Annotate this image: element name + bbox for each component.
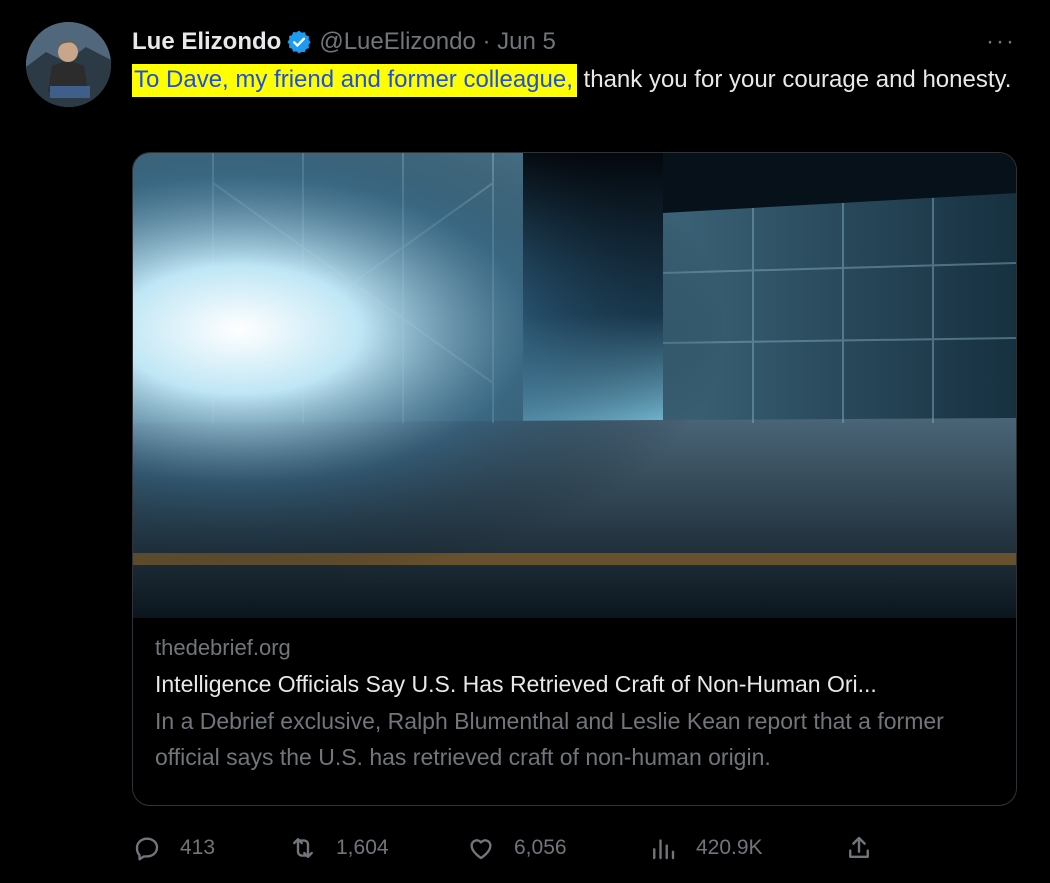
more-options-icon[interactable]: ··· <box>986 28 1016 56</box>
card-domain: thedebrief.org <box>155 635 291 660</box>
repost-count: 1,604 <box>336 836 389 859</box>
heart-icon <box>470 839 492 860</box>
tweet-text: To Dave, my friend and former colleague,… <box>132 62 1012 97</box>
share-icon <box>849 836 869 858</box>
reply-count: 413 <box>180 836 216 859</box>
views-chart-icon <box>653 839 675 860</box>
views-count: 420.9K <box>696 836 763 859</box>
repost-icon <box>293 838 313 858</box>
author-name[interactable]: Lue Elizondo <box>132 28 281 56</box>
link-preview-card[interactable]: thedebrief.org Intelligence Officials Sa… <box>132 152 1017 806</box>
tweet-text-rest: thank you for your courage and honesty. <box>576 66 1012 93</box>
tweet-header: Lue Elizondo @LueElizondo · Jun 5 <box>132 26 556 58</box>
card-meta: thedebrief.org Intelligence Officials Sa… <box>155 631 1005 775</box>
card-title: Intelligence Officials Say U.S. Has Retr… <box>155 671 877 697</box>
views-button[interactable]: 420.9K <box>648 826 763 870</box>
card-description: In a Debrief exclusive, Ralph Blumenthal… <box>155 708 944 770</box>
reply-button[interactable]: 413 <box>132 826 215 870</box>
avatar-photo <box>26 22 111 107</box>
share-button[interactable] <box>844 826 874 870</box>
verified-badge-icon <box>287 30 311 54</box>
highlighted-text: To Dave, my friend and former colleague, <box>132 64 577 97</box>
reply-icon <box>135 837 159 861</box>
hangar-image <box>133 153 1016 618</box>
repost-button[interactable]: 1,604 <box>288 826 389 870</box>
like-button[interactable]: 6,056 <box>466 826 567 870</box>
like-count: 6,056 <box>514 836 567 859</box>
author-avatar[interactable] <box>26 22 111 107</box>
tweet-actions: 413 1,604 6,056 420.9K <box>132 826 1012 870</box>
author-handle-and-date[interactable]: @LueElizondo · Jun 5 <box>319 28 556 56</box>
